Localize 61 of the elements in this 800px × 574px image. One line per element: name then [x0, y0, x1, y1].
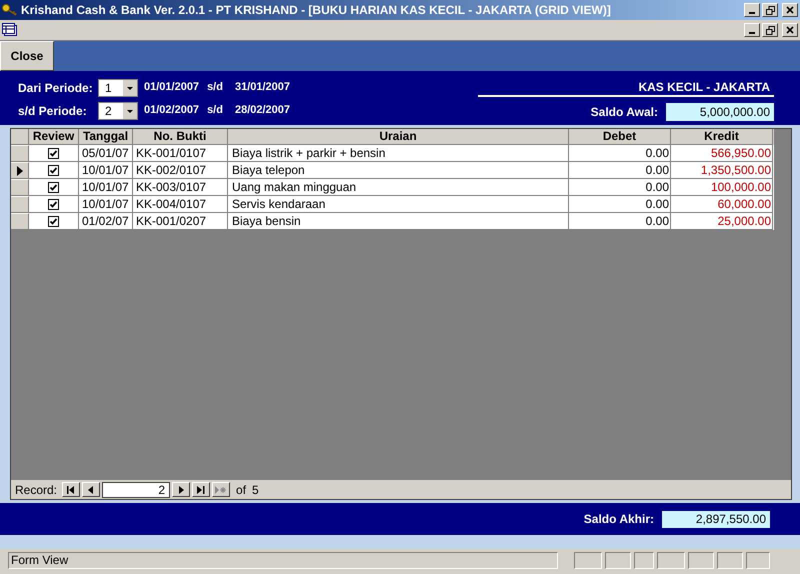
status-text: Form View: [8, 552, 558, 569]
close-button[interactable]: Close: [0, 41, 54, 71]
saldo-akhir-field[interactable]: 2,897,550.00: [662, 510, 770, 528]
status-pane: [605, 552, 631, 569]
review-checkbox[interactable]: [48, 182, 59, 192]
period-label: s/d Periode:: [18, 102, 88, 120]
period-start-date: 01/02/2007: [144, 103, 200, 118]
restore-button[interactable]: [762, 23, 778, 37]
saldo-awal-field[interactable]: 5,000,000.00: [666, 103, 774, 121]
previous-record-button[interactable]: [82, 482, 100, 497]
window-title: Krishand Cash & Bank Ver. 2.0.1 - PT KRISHAND - [BUKU HARIAN KAS KECIL - JAKARTA (GRID VIEW)]: [21, 2, 612, 19]
form-icon: [2, 23, 18, 37]
last-record-button[interactable]: [192, 482, 210, 497]
record-number-field[interactable]: 2: [102, 482, 170, 498]
period-dropdown[interactable]: 2: [98, 102, 138, 120]
minimize-button[interactable]: [744, 23, 760, 37]
review-checkbox[interactable]: [48, 164, 59, 176]
minimize-button[interactable]: [744, 3, 760, 17]
table-cell: 0.00: [569, 213, 671, 230]
period-end-date: 28/02/2007: [234, 103, 290, 118]
period-label: Dari Periode:: [18, 80, 94, 96]
restore-button[interactable]: [762, 3, 778, 17]
restore-icon: [766, 26, 774, 34]
table-cell: 01/02/07: [79, 213, 133, 230]
restore-icon: [766, 6, 774, 14]
close-icon[interactable]: [782, 23, 798, 37]
next-icon: [178, 486, 184, 494]
record-of-label: of: [236, 482, 246, 498]
last-icon: [197, 486, 206, 494]
first-record-button[interactable]: [62, 482, 80, 497]
current-row-icon: [16, 166, 22, 176]
previous-icon: [88, 486, 94, 494]
record-label: Record:: [15, 482, 58, 498]
saldo-akhir-label: Saldo Akhir:: [584, 511, 654, 528]
table-cell: 25,000.00: [671, 213, 773, 230]
table-cell: KK-001/0207: [133, 213, 228, 230]
status-pane: [634, 552, 654, 569]
status-pane: [574, 552, 602, 569]
period-dropdown[interactable]: 1: [98, 78, 138, 96]
status-pane: [688, 552, 714, 569]
record-total: 5: [252, 482, 259, 498]
saldo-awal-label: Saldo Awal:: [590, 104, 658, 121]
account-title: KAS KECIL - JAKARTA: [638, 79, 771, 95]
period-separator: s/d: [207, 103, 223, 118]
key-icon: [2, 3, 18, 17]
period-end-date: 31/01/2007: [234, 80, 290, 96]
review-checkbox[interactable]: [48, 216, 59, 226]
new-record-icon: [215, 486, 228, 494]
status-pane: [717, 552, 743, 569]
new-record-button[interactable]: [212, 482, 230, 497]
close-icon[interactable]: [782, 3, 798, 17]
review-checkbox[interactable]: [48, 148, 59, 158]
table-cell: Biaya bensin: [228, 213, 569, 230]
period-start-date: 01/01/2007: [144, 80, 200, 96]
row-selector[interactable]: [11, 162, 29, 179]
review-checkbox[interactable]: [48, 198, 59, 210]
period-separator: s/d: [207, 80, 223, 96]
first-icon: [67, 486, 76, 494]
next-record-button[interactable]: [172, 482, 190, 497]
status-pane: [746, 552, 770, 569]
status-pane: [657, 552, 685, 569]
